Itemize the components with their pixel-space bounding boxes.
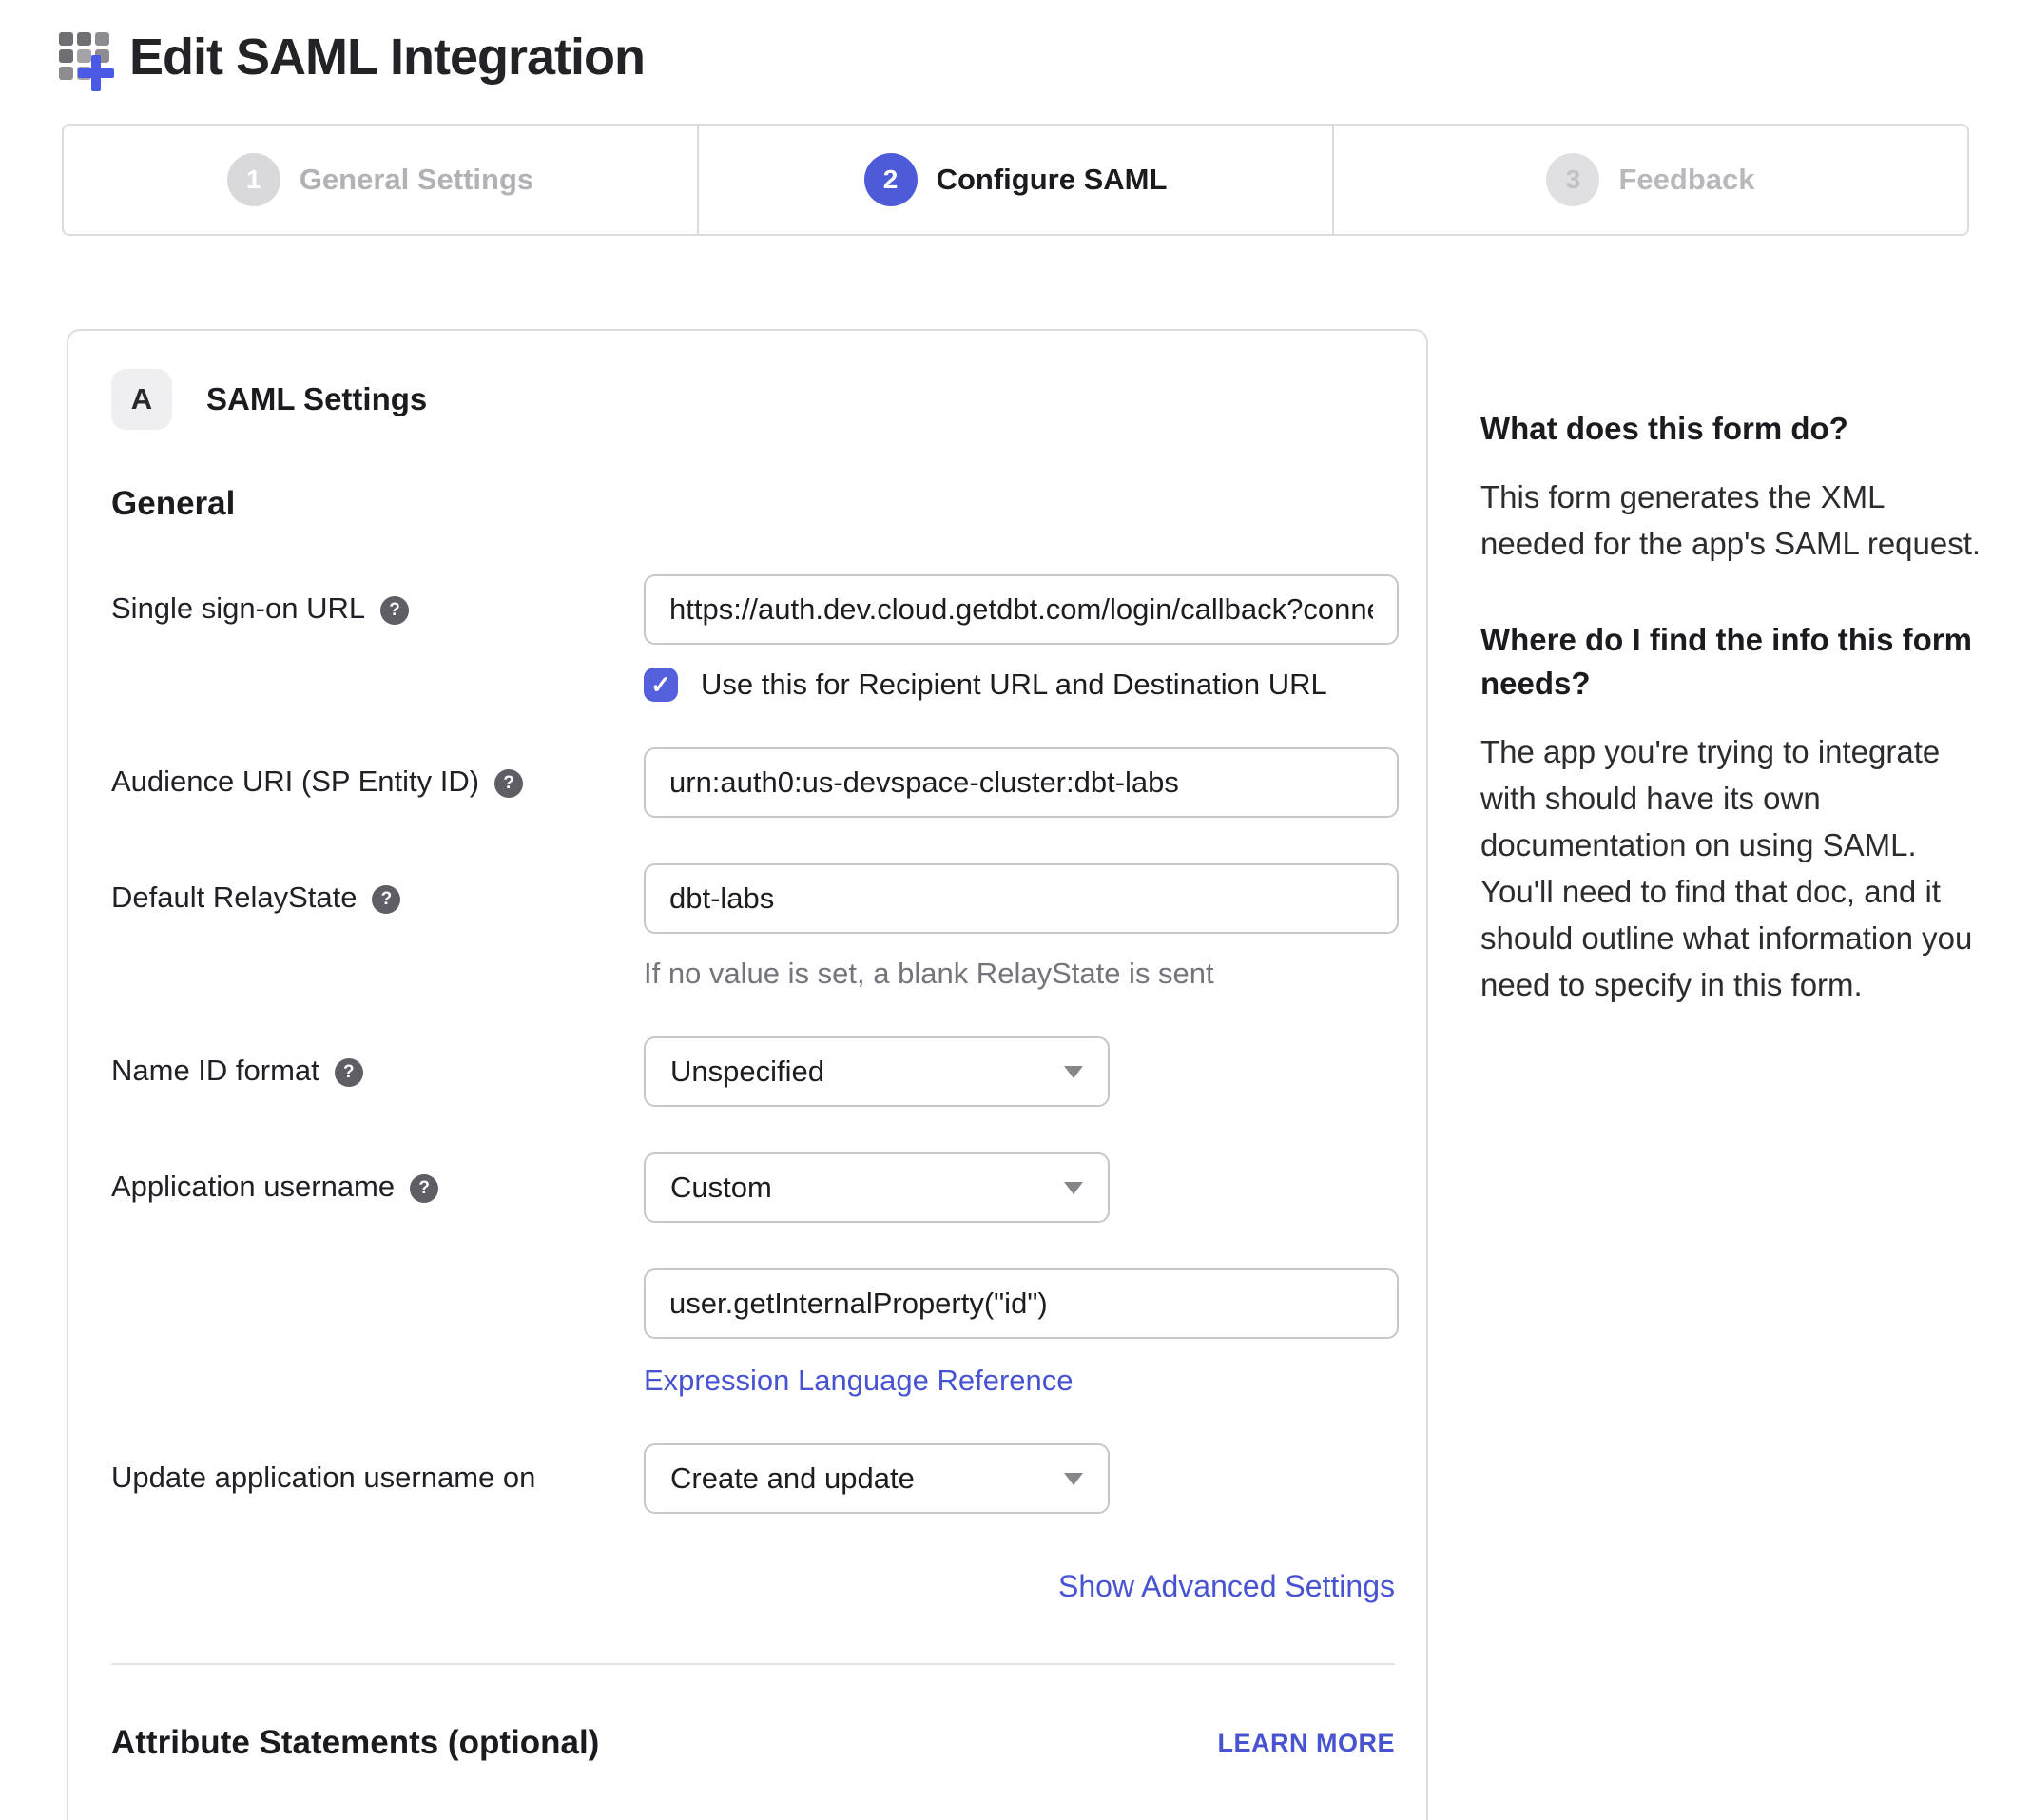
application-username-label: Application username (111, 1170, 395, 1204)
learn-more-link[interactable]: LEARN MORE (1218, 1729, 1396, 1758)
caret-down-icon (1064, 1182, 1083, 1194)
plus-icon (78, 55, 114, 91)
content-area: A SAML Settings General Single sign-on U… (67, 329, 2031, 1820)
help-icon[interactable] (372, 885, 400, 914)
recipient-destination-checkbox[interactable] (644, 668, 678, 702)
custom-expression-row: Expression Language Reference (111, 1268, 1395, 1398)
step-2-label: Configure SAML (937, 163, 1168, 197)
help-sidebar: What does this form do? This form genera… (1480, 329, 1988, 1059)
update-username-select[interactable]: Create and update (644, 1443, 1110, 1514)
step-feedback[interactable]: 3 Feedback (1332, 126, 1967, 234)
step-1-label: General Settings (300, 163, 533, 197)
panel-title: SAML Settings (206, 381, 427, 417)
application-username-value: Custom (670, 1171, 772, 1205)
application-username-select[interactable]: Custom (644, 1152, 1110, 1223)
name-id-format-value: Unspecified (670, 1055, 824, 1089)
general-section-title: General (111, 485, 1395, 523)
relay-state-field: If no value is set, a blank RelayState i… (644, 863, 1399, 991)
show-advanced-row: Show Advanced Settings (111, 1569, 1395, 1604)
sidebar-para-what: This form generates the XML needed for t… (1480, 474, 1988, 567)
step-3-circle: 3 (1546, 153, 1599, 206)
audience-uri-input[interactable] (644, 747, 1399, 818)
custom-expression-spacer (111, 1268, 644, 1398)
caret-down-icon (1064, 1473, 1083, 1485)
section-a-badge: A (111, 369, 172, 430)
help-icon[interactable] (494, 769, 523, 798)
update-username-label: Update application username on (111, 1461, 535, 1495)
application-username-label-wrap: Application username (111, 1152, 644, 1223)
sso-url-row: Single sign-on URL Use this for Recipien… (111, 574, 1395, 702)
step-3-label: Feedback (1618, 163, 1754, 197)
step-configure-saml[interactable]: 2 Configure SAML (697, 126, 1332, 234)
application-username-field: Custom (644, 1152, 1395, 1223)
step-general-settings[interactable]: 1 General Settings (64, 126, 697, 234)
attribute-statements-header: Attribute Statements (optional) LEARN MO… (111, 1724, 1395, 1762)
relay-state-input[interactable] (644, 863, 1399, 934)
application-username-row: Application username Custom (111, 1152, 1395, 1223)
audience-uri-field (644, 747, 1399, 818)
help-icon[interactable] (335, 1058, 363, 1087)
help-icon[interactable] (410, 1174, 438, 1203)
wizard-stepper: 1 General Settings 2 Configure SAML 3 Fe… (62, 124, 1969, 236)
step-2-circle: 2 (864, 153, 918, 206)
recipient-destination-checkbox-label: Use this for Recipient URL and Destinati… (701, 668, 1327, 702)
sso-url-field: Use this for Recipient URL and Destinati… (644, 574, 1399, 702)
sso-url-label: Single sign-on URL (111, 591, 365, 626)
custom-expression-input[interactable] (644, 1268, 1399, 1339)
sso-url-label-wrap: Single sign-on URL (111, 574, 644, 702)
attribute-statements-title: Attribute Statements (optional) (111, 1724, 599, 1762)
relay-state-label: Default RelayState (111, 881, 357, 915)
relay-state-label-wrap: Default RelayState (111, 863, 644, 991)
sidebar-heading-where: Where do I find the info this form needs… (1480, 618, 1988, 706)
expression-language-reference-link[interactable]: Expression Language Reference (644, 1364, 1074, 1398)
update-username-field: Create and update (644, 1443, 1395, 1514)
update-username-label-wrap: Update application username on (111, 1443, 644, 1514)
update-username-row: Update application username on Create an… (111, 1443, 1395, 1514)
name-id-format-label: Name ID format (111, 1054, 319, 1088)
update-username-value: Create and update (670, 1462, 915, 1496)
section-divider (111, 1663, 1395, 1665)
page-title: Edit SAML Integration (129, 28, 645, 87)
audience-uri-label-wrap: Audience URI (SP Entity ID) (111, 747, 644, 818)
help-icon[interactable] (380, 596, 409, 625)
sso-url-input[interactable] (644, 574, 1399, 645)
name-id-format-select[interactable]: Unspecified (644, 1036, 1110, 1107)
custom-expression-field: Expression Language Reference (644, 1268, 1399, 1398)
show-advanced-settings-link[interactable]: Show Advanced Settings (1058, 1569, 1395, 1604)
audience-uri-row: Audience URI (SP Entity ID) (111, 747, 1395, 818)
caret-down-icon (1064, 1066, 1083, 1078)
relay-state-helper: If no value is set, a blank RelayState i… (644, 957, 1399, 991)
sidebar-para-where: The app you're trying to integrate with … (1480, 728, 1988, 1008)
audience-uri-label: Audience URI (SP Entity ID) (111, 765, 479, 799)
relay-state-row: Default RelayState If no value is set, a… (111, 863, 1395, 991)
page-header: Edit SAML Integration (0, 0, 2031, 87)
saml-app-grid-icon (59, 27, 120, 87)
recipient-destination-checkbox-row: Use this for Recipient URL and Destinati… (644, 668, 1399, 702)
name-id-format-row: Name ID format Unspecified (111, 1036, 1395, 1107)
sidebar-heading-what: What does this form do? (1480, 407, 1988, 451)
step-1-circle: 1 (227, 153, 280, 206)
panel-header: A SAML Settings (111, 369, 1395, 430)
name-id-format-label-wrap: Name ID format (111, 1036, 644, 1107)
name-id-format-field: Unspecified (644, 1036, 1395, 1107)
saml-settings-card: A SAML Settings General Single sign-on U… (67, 329, 1428, 1820)
